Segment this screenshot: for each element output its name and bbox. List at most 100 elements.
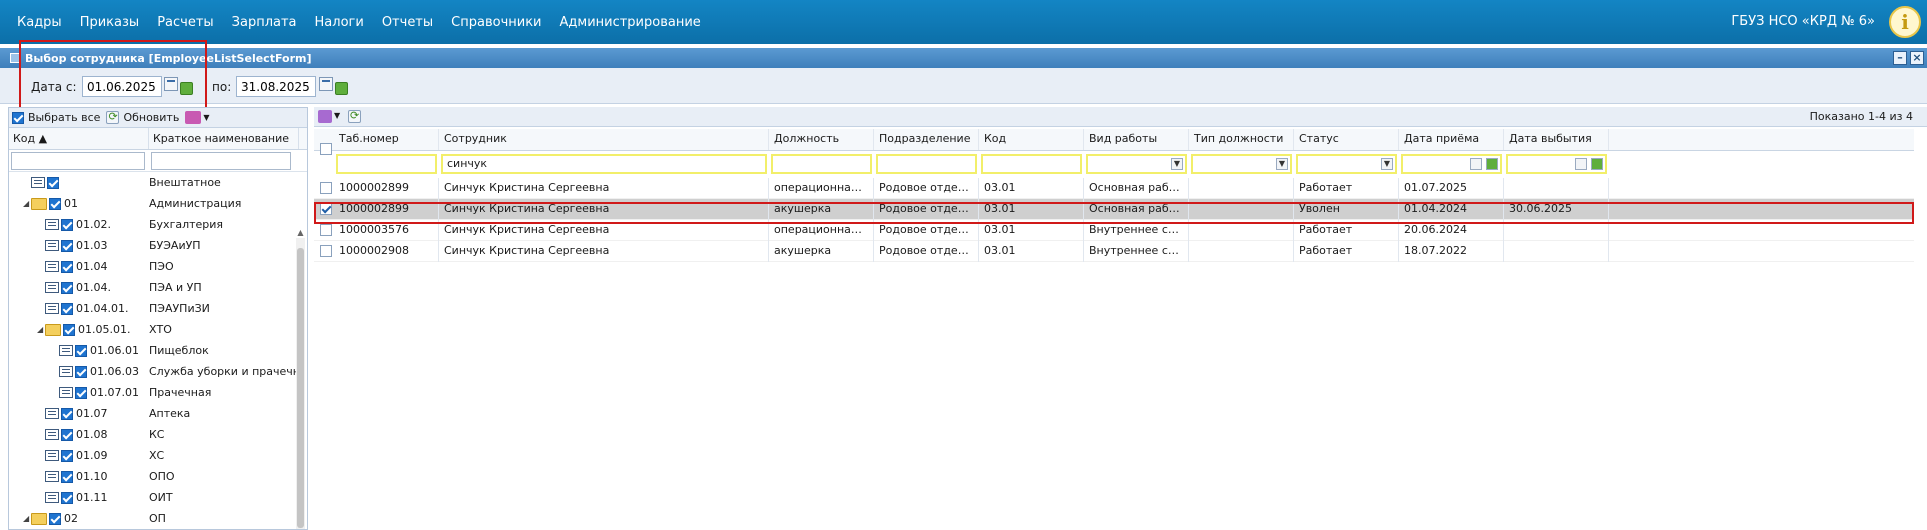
column-header-employee[interactable]: Сотрудник (439, 129, 769, 150)
menu-item[interactable]: Зарплата (223, 15, 306, 30)
tree-row[interactable]: 01.03 БУЭАиУП (9, 235, 307, 256)
chevron-down-icon[interactable]: ▼ (334, 111, 340, 120)
column-header-work-type[interactable]: Вид работы (1084, 129, 1189, 150)
info-icon[interactable]: i (1889, 6, 1921, 38)
column-header-short-name[interactable]: Краткое наименование (149, 128, 299, 149)
tree-checkbox[interactable] (61, 239, 73, 252)
tree-checkbox[interactable] (61, 491, 73, 504)
tree-checkbox[interactable] (61, 449, 73, 462)
position-filter-input[interactable] (771, 154, 872, 174)
scrollbar-thumb[interactable] (297, 248, 304, 528)
minimize-icon[interactable]: – (1893, 51, 1907, 65)
refresh-icon[interactable] (106, 110, 120, 124)
calendar-reset-icon[interactable] (1486, 158, 1498, 170)
dismissal-date-filter-input[interactable] (1506, 154, 1607, 174)
select-all-label[interactable]: Выбрать все (28, 111, 100, 124)
select-all-checkbox[interactable] (12, 111, 24, 124)
tree-row[interactable]: 01.06.03 Служба уборки и прачечно (9, 361, 307, 382)
tree-checkbox[interactable] (49, 197, 61, 210)
tree-checkbox[interactable] (75, 386, 87, 399)
tree-checkbox[interactable] (47, 176, 59, 189)
tree-checkbox[interactable] (61, 218, 73, 231)
code-filter-input[interactable] (981, 154, 1082, 174)
dropdown-arrow-icon[interactable]: ▼ (1381, 158, 1393, 170)
tree-row[interactable]: 01.06.01 Пищеблок (9, 340, 307, 361)
calendar-icon[interactable] (1470, 158, 1482, 170)
tree-row[interactable]: ◢ 02 ОП (9, 508, 307, 529)
row-checkbox[interactable] (320, 182, 332, 194)
column-header-status[interactable]: Статус (1294, 129, 1399, 150)
status-filter-input[interactable]: ▼ (1296, 154, 1397, 174)
menu-item[interactable]: Отчеты (373, 15, 442, 30)
row-checkbox[interactable] (320, 224, 332, 236)
tree-row[interactable]: ◢ 01 Администрация (9, 193, 307, 214)
position-cell: операционная медиц... (769, 178, 874, 199)
dropdown-arrow-icon[interactable]: ▼ (1171, 158, 1183, 170)
row-checkbox[interactable] (320, 245, 332, 257)
grid-actions-icon[interactable] (318, 110, 332, 123)
column-header-position[interactable]: Должность (769, 129, 874, 150)
refresh-icon[interactable] (348, 109, 361, 123)
tree-checkbox[interactable] (63, 323, 75, 336)
calendar-icon[interactable] (1575, 158, 1587, 170)
tree-row[interactable]: 01.11 ОИТ (9, 487, 307, 508)
tree-row[interactable]: 01.07 Аптека (9, 403, 307, 424)
menu-item[interactable]: Расчеты (148, 15, 222, 30)
tree-checkbox[interactable] (61, 470, 73, 483)
tree-checkbox[interactable] (49, 512, 61, 525)
tree-row[interactable]: 01.04.01. ПЭАУПиЗИ (9, 298, 307, 319)
tree-checkbox[interactable] (75, 365, 87, 378)
expand-icon[interactable]: ◢ (23, 514, 31, 523)
tree-checkbox[interactable] (61, 428, 73, 441)
tree-checkbox[interactable] (61, 302, 73, 315)
menu-item[interactable]: Налоги (306, 15, 373, 30)
column-header-hire-date[interactable]: Дата приёма (1399, 129, 1504, 150)
scroll-up-icon[interactable]: ▲ (296, 228, 305, 237)
menu-item[interactable]: Приказы (71, 15, 148, 30)
menu-item[interactable]: Администрирование (551, 15, 710, 30)
column-header-tab-number[interactable]: Таб.номер (334, 129, 439, 150)
calendar-icon[interactable] (319, 77, 333, 91)
tree-checkbox[interactable] (61, 407, 73, 420)
tree-row[interactable]: 01.07.01 Прачечная (9, 382, 307, 403)
calendar-reset-icon[interactable] (1591, 158, 1603, 170)
employee-filter-input[interactable]: синчук (441, 154, 767, 174)
column-header-code[interactable]: Код (979, 129, 1084, 150)
table-row[interactable]: 1000002899 Синчук Кристина Сергеевна опера… (314, 178, 1914, 199)
actions-menu-icon[interactable] (185, 111, 202, 124)
column-header-department[interactable]: Подразделение (874, 129, 979, 150)
tree-checkbox[interactable] (61, 260, 73, 273)
tree-row[interactable]: 01.04. ПЭА и УП (9, 277, 307, 298)
position-type-filter-input[interactable]: ▼ (1191, 154, 1292, 174)
expand-icon[interactable]: ◢ (37, 325, 45, 334)
menu-item[interactable]: Кадры (8, 15, 71, 30)
date-to-input[interactable] (236, 76, 316, 97)
tree-scrollbar[interactable]: ▲ (296, 228, 305, 529)
tree-row[interactable]: ◢ 01.05.01. ХТО (9, 319, 307, 340)
chevron-down-icon[interactable]: ▼ (203, 113, 209, 122)
department-filter-input[interactable] (876, 154, 977, 174)
close-icon[interactable]: × (1910, 51, 1924, 65)
dropdown-arrow-icon[interactable]: ▼ (1276, 158, 1288, 170)
column-header-position-type[interactable]: Тип должности (1189, 129, 1294, 150)
column-header-code[interactable]: Код ▲ (9, 128, 149, 149)
tree-checkbox[interactable] (61, 281, 73, 294)
column-header-dismissal-date[interactable]: Дата выбытия (1504, 129, 1609, 150)
name-filter-input[interactable] (151, 151, 291, 170)
tree-checkbox[interactable] (75, 344, 87, 357)
tree-row[interactable]: 01.04 ПЭО (9, 256, 307, 277)
calendar-reset-icon[interactable] (335, 82, 348, 95)
hire-date-filter-input[interactable] (1401, 154, 1502, 174)
tree-row[interactable]: Внештатное (9, 172, 307, 193)
menu-item[interactable]: Справочники (442, 15, 550, 30)
expand-icon[interactable]: ◢ (23, 199, 31, 208)
tree-row[interactable]: 01.02. Бухгалтерия (9, 214, 307, 235)
work-type-filter-input[interactable]: ▼ (1086, 154, 1187, 174)
tree-row[interactable]: 01.09 ХС (9, 445, 307, 466)
refresh-button[interactable]: Обновить (123, 111, 179, 124)
table-row[interactable]: 1000002908 Синчук Кристина Сергеевна акуше… (314, 241, 1914, 262)
tree-row[interactable]: 01.10 ОПО (9, 466, 307, 487)
tree-row[interactable]: 01.08 КС (9, 424, 307, 445)
tab-number-filter-input[interactable] (336, 154, 437, 174)
code-filter-input[interactable] (11, 151, 145, 170)
